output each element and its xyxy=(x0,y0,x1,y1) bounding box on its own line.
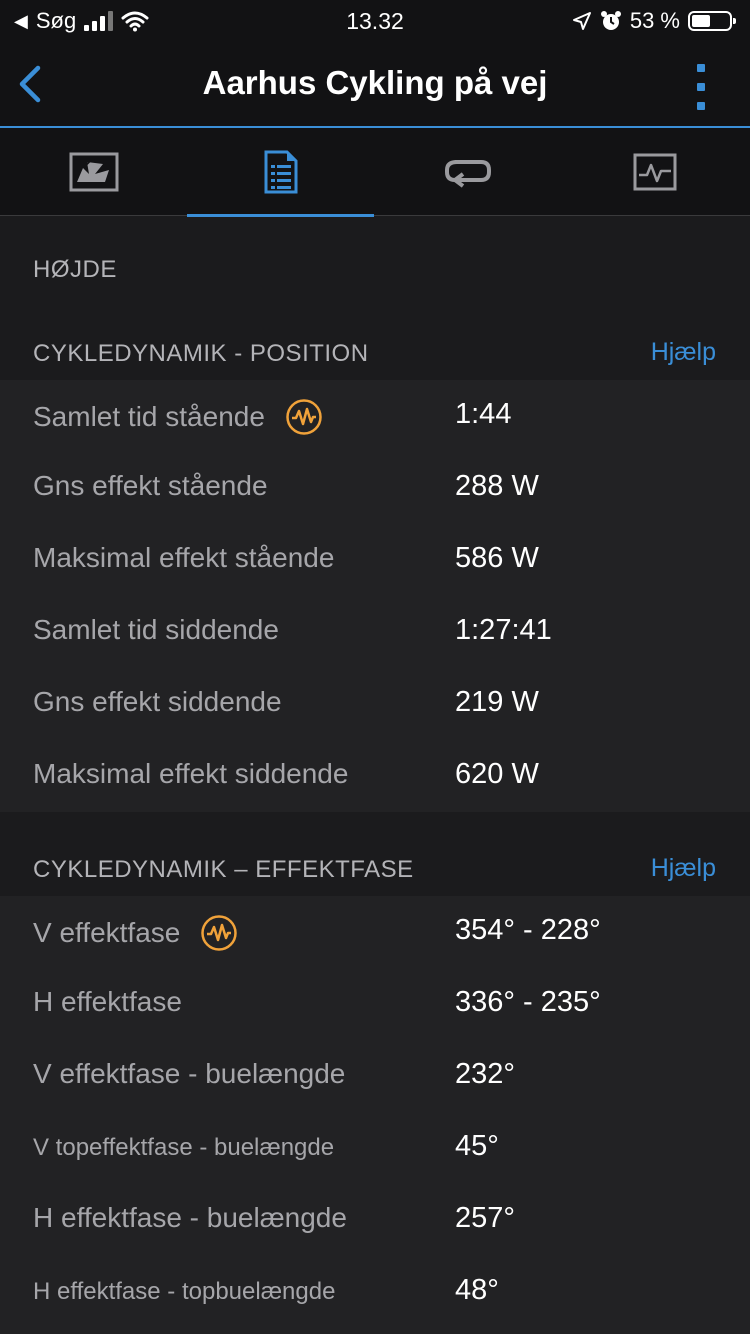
row-label: Maksimal effekt siddende xyxy=(33,758,349,789)
list-item: V effektfase - buelængde 232° xyxy=(0,1040,750,1112)
section-header-power-phase: CYKLEDYNAMIK – EFFEKTFASE Hjælp xyxy=(0,842,750,898)
section-title: CYKLEDYNAMIK - POSITION xyxy=(33,340,369,367)
list-item: Samlet tid siddende 1:27:41 xyxy=(0,596,750,668)
row-value: 232° xyxy=(455,1058,515,1090)
row-value: 257° xyxy=(455,1202,515,1234)
tab-map[interactable] xyxy=(0,128,187,216)
row-label: Samlet tid siddende xyxy=(33,614,279,645)
row-label: H effektfase - buelængde xyxy=(33,1202,347,1233)
position-list: Samlet tid stående 1:44 Gns effekt ståen… xyxy=(0,380,750,812)
tab-laps[interactable] xyxy=(374,128,561,216)
list-item: V effektfase 354° - 228° xyxy=(0,896,750,968)
row-label: V effektfase xyxy=(33,917,181,948)
status-bar: ◀ Søg 13.32 53 % xyxy=(0,0,750,42)
tab-details[interactable] xyxy=(187,128,374,217)
row-value: 620 W xyxy=(455,758,539,790)
tab-charts[interactable] xyxy=(561,128,748,216)
list-item: H effektfase - buelængde 257° xyxy=(0,1184,750,1256)
list-item: Maksimal effekt stående 586 W xyxy=(0,524,750,596)
list-item: Maksimal effekt siddende 620 W xyxy=(0,740,750,812)
performance-badge-icon[interactable] xyxy=(285,398,323,436)
battery-icon xyxy=(688,11,736,31)
page-title: Aarhus Cykling på vej xyxy=(202,64,548,101)
row-value: 1:44 xyxy=(455,398,512,430)
map-icon xyxy=(69,152,118,192)
battery-percent: 53 % xyxy=(629,8,680,33)
list-item: V topeffektfase - buelængde 45° xyxy=(0,1112,750,1184)
row-value: 219 W xyxy=(455,686,539,718)
section-header-elevation[interactable]: HØJDE xyxy=(0,242,750,298)
help-link[interactable]: Hjælp xyxy=(651,854,716,883)
row-value: 1:27:41 xyxy=(455,614,552,646)
section-title: HØJDE xyxy=(33,256,117,283)
power-phase-list: V effektfase 354° - 228° H effektfase 33… xyxy=(0,896,750,1334)
alarm-icon xyxy=(600,11,621,30)
list-item: H effektfase - topbuelængde 48° xyxy=(0,1256,750,1328)
row-value: 336° - 235° xyxy=(455,986,601,1018)
row-label: Maksimal effekt stående xyxy=(33,542,335,573)
performance-badge-icon[interactable] xyxy=(200,914,238,952)
row-value: 48° xyxy=(455,1274,499,1306)
help-link[interactable]: Hjælp xyxy=(651,338,716,367)
row-label: V effektfase - buelængde xyxy=(33,1058,346,1089)
list-item: Gns effekt siddende 219 W xyxy=(0,668,750,740)
status-right: 53 % xyxy=(572,8,736,34)
row-label: Gns effekt stående xyxy=(33,470,268,501)
details-icon xyxy=(264,150,297,194)
row-label: V topeffektfase - buelængde xyxy=(33,1134,335,1161)
list-item: H effektfase 336° - 235° xyxy=(0,968,750,1040)
more-menu-icon[interactable] xyxy=(694,64,708,110)
row-label: H effektfase xyxy=(33,986,182,1017)
tab-bar xyxy=(0,128,750,217)
row-value: 354° - 228° xyxy=(455,914,601,946)
location-arrow-icon xyxy=(572,12,591,30)
section-header-position: CYKLEDYNAMIK - POSITION Hjælp xyxy=(0,326,750,382)
list-item: Gns effekt stående 288 W xyxy=(0,452,750,524)
row-label: H effektfase - topbuelængde xyxy=(33,1278,336,1305)
row-value: 288 W xyxy=(455,470,539,502)
row-value: 45° xyxy=(455,1130,499,1162)
laps-icon xyxy=(444,160,491,188)
chart-icon xyxy=(633,153,676,191)
navigation-bar: Aarhus Cykling på vej xyxy=(0,42,750,128)
row-value: 586 W xyxy=(455,542,539,574)
row-label: Samlet tid stående xyxy=(33,401,265,432)
section-title: CYKLEDYNAMIK – EFFEKTFASE xyxy=(33,856,414,883)
row-label: Gns effekt siddende xyxy=(33,686,282,717)
list-item: Samlet tid stående 1:44 xyxy=(0,380,750,452)
